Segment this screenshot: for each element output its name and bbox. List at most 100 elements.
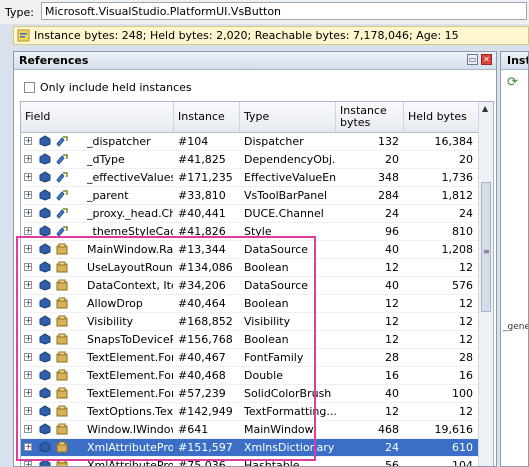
- table-row[interactable]: + TextOptions.TextF... #142,949 TextFormatt…: [21, 403, 480, 421]
- table-row[interactable]: + _dType #41,825 DependencyObj... 20 20: [21, 151, 480, 169]
- grid-header: Field Instance Type Instance bytes Held …: [21, 102, 480, 133]
- type-cell: EffectiveValueEn...: [244, 171, 336, 184]
- type-cell: MainWindow: [244, 423, 314, 436]
- instance-bytes-cell: 20: [385, 153, 399, 166]
- instance-cell: #171,235: [178, 171, 233, 184]
- reference-icon: [56, 387, 68, 399]
- table-row[interactable]: + XmlAttributeProper... #75,036 Hashtable 56…: [21, 457, 480, 466]
- expand-icon[interactable]: +: [24, 137, 32, 145]
- object-icon: [39, 189, 51, 201]
- table-row[interactable]: + _dispatcher #104 Dispatcher 132 16,384: [21, 133, 480, 151]
- column-label-type: Type: [244, 110, 270, 123]
- expand-icon[interactable]: +: [24, 245, 32, 253]
- field-cell: XmlAttributeProper...: [87, 441, 173, 454]
- references-title: References: [19, 54, 89, 67]
- object-icon: [39, 351, 51, 363]
- refresh-icon[interactable]: ⟳: [507, 75, 518, 90]
- table-row[interactable]: + _parent #33,810 VsToolBarPanel 284 1,812: [21, 187, 480, 205]
- field-cell: _themeStyleCache: [87, 225, 173, 238]
- expand-icon[interactable]: +: [24, 371, 32, 379]
- held-bytes-cell: 12: [459, 333, 473, 346]
- instances-panel: Instances ⟳ _gene: [500, 51, 529, 467]
- object-icon: [39, 261, 51, 273]
- instance-bytes-cell: 40: [385, 243, 399, 256]
- expand-icon[interactable]: +: [24, 263, 32, 271]
- expand-icon[interactable]: +: [24, 173, 32, 181]
- instance-cell: #41,826: [178, 225, 226, 238]
- table-row[interactable]: + _proxy._head.Cha... #40,441 DUCE.Channel 2…: [21, 205, 480, 223]
- object-icon: [39, 297, 51, 309]
- field-cell: _parent: [87, 189, 129, 202]
- expand-icon[interactable]: +: [24, 155, 32, 163]
- type-label: Type:: [5, 6, 34, 19]
- scroll-up-icon[interactable]: ▲: [482, 104, 488, 113]
- table-row[interactable]: + TextElement.Fore... #57,239 SolidColorBru…: [21, 385, 480, 403]
- column-header-type[interactable]: Type: [240, 102, 336, 132]
- expand-icon[interactable]: +: [24, 443, 32, 451]
- info-bar: Instance bytes: 248; Held bytes: 2,020; …: [13, 26, 529, 45]
- table-row[interactable]: + TextElement.Font... #40,468 Double 16 16: [21, 367, 480, 385]
- reference-icon: [56, 279, 68, 291]
- table-row[interactable]: + Window.IWindowS... #641 MainWindow 468 19,6…: [21, 421, 480, 439]
- column-label-held-bytes: Held bytes: [408, 110, 467, 123]
- held-bytes-cell: 12: [459, 261, 473, 274]
- expand-icon[interactable]: +: [24, 335, 32, 343]
- instance-bytes-cell: 468: [378, 423, 399, 436]
- type-field[interactable]: Microsoft.VisualStudio.PlatformUI.VsButt…: [41, 2, 527, 20]
- expand-icon[interactable]: +: [24, 461, 32, 466]
- column-header-field[interactable]: Field: [21, 102, 174, 132]
- object-icon: [39, 405, 51, 417]
- expand-icon[interactable]: +: [24, 317, 32, 325]
- expand-icon[interactable]: +: [24, 227, 32, 235]
- instance-cell: #641: [178, 423, 209, 436]
- reference-icon: [56, 405, 68, 417]
- held-bytes-cell: 576: [452, 279, 473, 292]
- held-bytes-cell: 610: [452, 441, 473, 454]
- table-row[interactable]: + Visibility #168,852 Visibility 12 12: [21, 313, 480, 331]
- checkbox-box[interactable]: [24, 82, 35, 93]
- table-row[interactable]: + AllowDrop #40,464 Boolean 12 12: [21, 295, 480, 313]
- instance-bytes-cell: 24: [385, 207, 399, 220]
- reference-icon: [56, 423, 68, 435]
- field-cell: MainWindow.Raw...: [87, 243, 173, 256]
- instance-bytes-cell: 28: [385, 351, 399, 364]
- table-row[interactable]: + _themeStyleCache #41,826 Style 96 810: [21, 223, 480, 241]
- type-cell: FontFamily: [244, 351, 304, 364]
- table-row[interactable]: + TextElement.Font... #40,467 FontFamily 28 2…: [21, 349, 480, 367]
- reference-icon: [56, 297, 68, 309]
- field-cell: TextOptions.TextF...: [87, 405, 173, 418]
- type-cell: Boolean: [244, 261, 289, 274]
- vertical-scrollbar[interactable]: ▲ ≡: [478, 102, 493, 466]
- reference-icon: [56, 441, 68, 453]
- maximize-icon[interactable]: ▭: [467, 54, 478, 65]
- type-cell: Dispatcher: [244, 135, 304, 148]
- expand-icon[interactable]: +: [24, 281, 32, 289]
- object-icon: [39, 333, 51, 345]
- column-header-held-bytes[interactable]: Held bytes: [404, 102, 480, 132]
- table-row[interactable]: + MainWindow.Raw... #13,344 DataSource 40 1,2…: [21, 241, 480, 259]
- expand-icon[interactable]: +: [24, 425, 32, 433]
- object-icon: [39, 153, 51, 165]
- expand-icon[interactable]: +: [24, 191, 32, 199]
- table-row[interactable]: + UseLayoutRounding #134,086 Boolean 12 12: [21, 259, 480, 277]
- instance-cell: #142,949: [178, 405, 233, 418]
- instances-fragment: _gene: [503, 322, 529, 332]
- type-cell: Boolean: [244, 333, 289, 346]
- instance-cell: #41,825: [178, 153, 226, 166]
- expand-icon[interactable]: +: [24, 209, 32, 217]
- held-bytes-cell: 810: [452, 225, 473, 238]
- instance-cell: #168,852: [178, 315, 233, 328]
- table-row[interactable]: + XmlAttributeProper... #151,597 XmlnsDicti…: [21, 439, 480, 457]
- expand-icon[interactable]: +: [24, 299, 32, 307]
- expand-icon[interactable]: +: [24, 389, 32, 397]
- table-row[interactable]: + _effectiveValues #171,235 EffectiveValueE…: [21, 169, 480, 187]
- expand-icon[interactable]: +: [24, 353, 32, 361]
- table-row[interactable]: + DataContext, Item... #34,206 DataSource 40…: [21, 277, 480, 295]
- object-icon: [39, 423, 51, 435]
- column-header-instance[interactable]: Instance: [174, 102, 240, 132]
- field-cell: _dispatcher: [87, 135, 151, 148]
- column-header-instance-bytes[interactable]: Instance bytes: [336, 102, 404, 132]
- close-icon[interactable]: ✕: [481, 54, 492, 65]
- expand-icon[interactable]: +: [24, 407, 32, 415]
- table-row[interactable]: + SnapsToDevicePixels #156,768 Boolean 12 12: [21, 331, 480, 349]
